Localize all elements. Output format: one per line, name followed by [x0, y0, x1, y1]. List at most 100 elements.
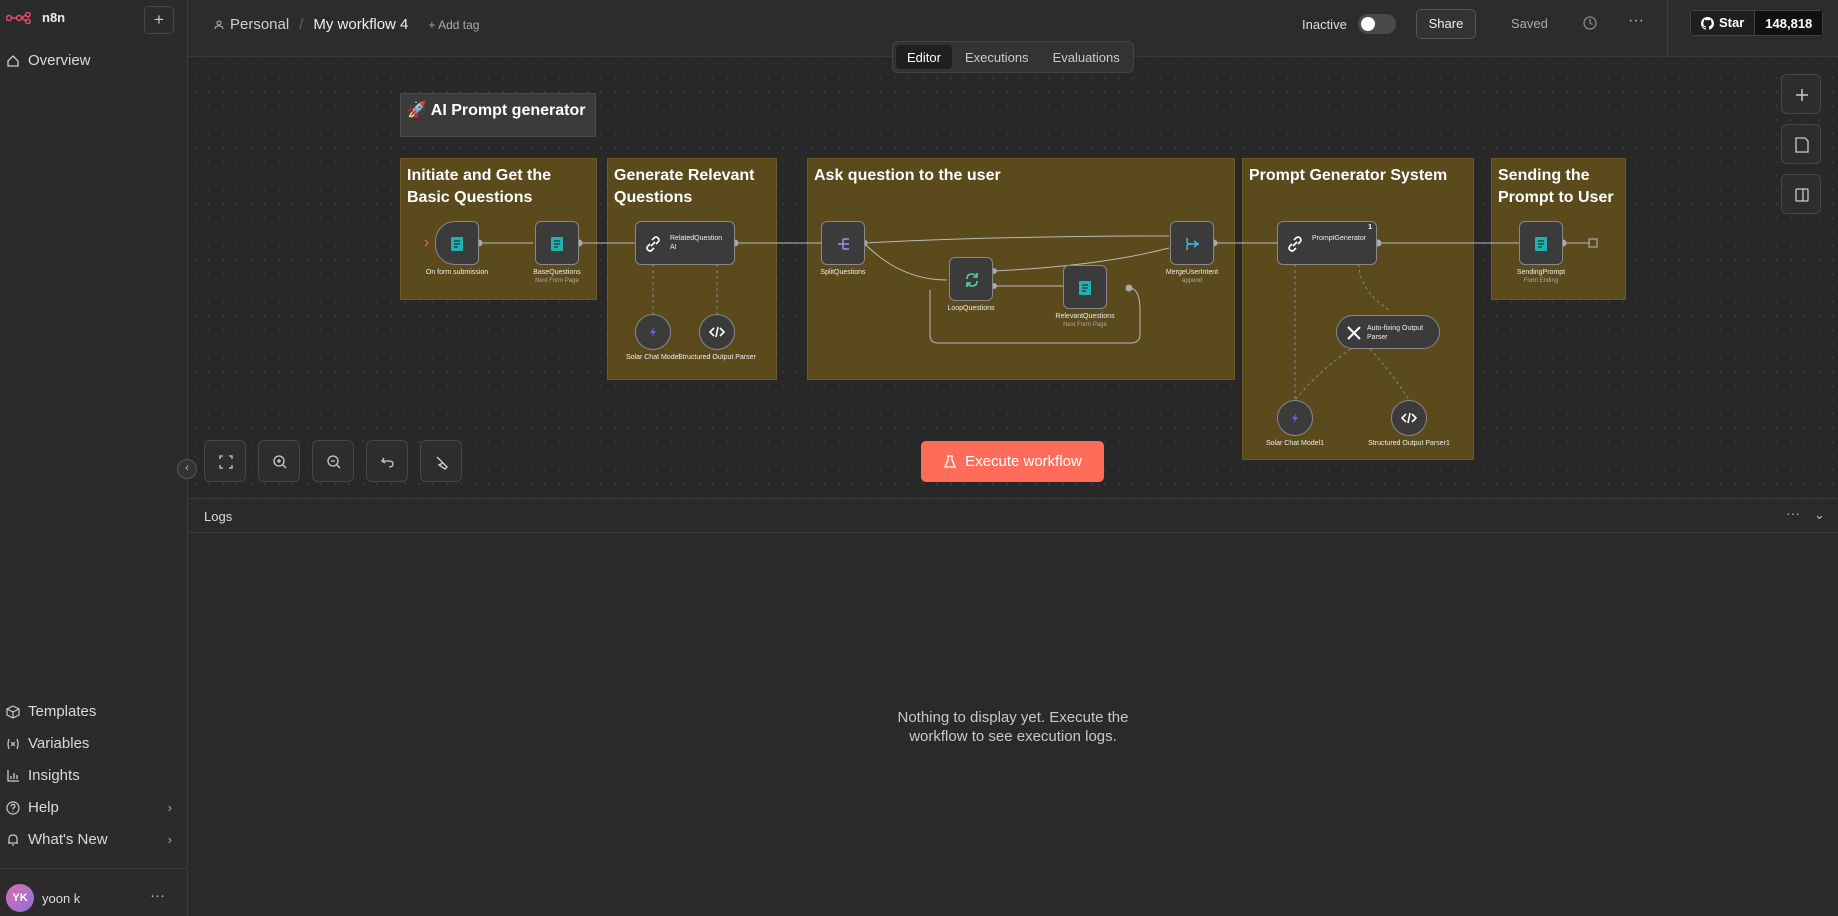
share-button[interactable]: Share — [1416, 9, 1476, 39]
tab-evaluations[interactable]: Evaluations — [1042, 45, 1131, 69]
github-star-button[interactable]: Star 148,818 — [1690, 10, 1824, 36]
node-prompt-generator[interactable]: PromptGenerator 1 — [1277, 221, 1377, 265]
node-relevant-questions[interactable] — [1063, 265, 1107, 309]
node-subtitle: Next Form Page — [1063, 322, 1107, 328]
broom-icon — [436, 456, 448, 470]
code-icon — [708, 326, 726, 338]
tab-executions[interactable]: Executions — [954, 45, 1040, 69]
node-subtitle: Form Ending — [1523, 278, 1559, 284]
header-divider — [1667, 0, 1668, 57]
node-structured-output-parser1[interactable] — [1391, 400, 1427, 436]
user-icon — [214, 20, 224, 29]
tidy-up-button[interactable] — [420, 440, 462, 482]
toggle-panel-button[interactable] — [1781, 174, 1821, 214]
node-merge-user-intent[interactable] — [1170, 221, 1214, 265]
sticky-note-icon — [1795, 137, 1809, 153]
collapse-sidebar-button[interactable]: ‹ — [177, 459, 197, 479]
logs-title: Logs — [204, 509, 233, 524]
saved-status: Saved — [1511, 16, 1548, 31]
node-title: RelatedQuestion AI — [670, 235, 723, 251]
user-menu-dots-icon[interactable]: ··· — [150, 887, 165, 904]
home-icon — [7, 54, 19, 67]
variable-icon — [7, 738, 19, 749]
add-node-button[interactable] — [1781, 74, 1821, 114]
node-related-question-ai[interactable]: RelatedQuestion AI — [635, 221, 735, 265]
workflow-name[interactable]: My workflow 4 — [313, 16, 408, 33]
logs-more-icon[interactable]: ··· — [1786, 505, 1800, 521]
chevron-right-icon: › — [167, 832, 172, 847]
form-icon — [451, 237, 463, 251]
node-label: BaseQuestions — [533, 269, 581, 276]
form-icon — [1079, 281, 1091, 295]
sidebar-item-label: Help — [28, 799, 59, 816]
node-form-trigger[interactable] — [435, 221, 479, 265]
fit-view-button[interactable] — [204, 440, 246, 482]
chevron-right-icon: › — [167, 800, 172, 815]
history-icon[interactable] — [1580, 13, 1600, 33]
zoom-in-icon — [273, 455, 287, 469]
solar-model-icon — [650, 326, 656, 338]
breadcrumb-separator: / — [299, 16, 304, 33]
split-icon — [838, 238, 849, 250]
node-base-questions[interactable] — [535, 221, 579, 265]
execute-workflow-label: Execute workflow — [965, 453, 1082, 470]
active-toggle[interactable] — [1358, 14, 1396, 34]
active-status-label: Inactive — [1302, 17, 1347, 32]
tab-editor[interactable]: Editor — [896, 45, 952, 69]
logo-text: n8n — [42, 10, 66, 25]
logs-empty-message: Nothing to display yet. Execute the work… — [897, 709, 1129, 745]
node-label: Structured Output Parser — [678, 354, 756, 361]
sidebar-item-label: Variables — [28, 735, 90, 752]
node-solar-chat-model[interactable] — [635, 314, 671, 350]
chevron-down-icon[interactable]: ⌄ — [1814, 507, 1825, 523]
zoom-out-button[interactable] — [312, 440, 354, 482]
sidebar-item-whats-new[interactable]: What's New › — [6, 831, 176, 848]
node-auto-fixing-output-parser[interactable]: Auto-fixing Output Parser — [1336, 315, 1440, 349]
sidebar-item-variables[interactable]: Variables — [6, 735, 176, 752]
title-sticky-note[interactable]: 🚀 AI Prompt generator — [400, 93, 596, 137]
logs-header[interactable]: Logs ··· ⌄ — [188, 499, 1838, 533]
sidebar-item-label: Overview — [28, 52, 91, 69]
zoom-in-button[interactable] — [258, 440, 300, 482]
n8n-logo[interactable]: n8n — [6, 10, 65, 25]
form-icon — [1535, 237, 1547, 251]
add-tag-link[interactable]: + Add tag — [428, 18, 479, 32]
section-generate[interactable]: Generate Relevant Questions — [607, 158, 777, 380]
node-label: RelevantQuestions — [1055, 313, 1115, 320]
sidebar-item-overview[interactable]: Overview — [6, 52, 176, 69]
link-chain-icon — [1288, 236, 1302, 252]
breadcrumb-project[interactable]: Personal — [230, 16, 289, 33]
sidebar-item-insights[interactable]: Insights — [6, 767, 176, 784]
plus-icon — [1796, 89, 1808, 101]
add-sticky-button[interactable] — [1781, 124, 1821, 164]
create-button[interactable]: + — [144, 6, 174, 34]
execute-workflow-button[interactable]: Execute workflow — [921, 441, 1104, 482]
node-label: Solar Chat Model1 — [1266, 440, 1324, 447]
avatar: YK — [6, 884, 34, 912]
sidebar-item-label: Templates — [28, 703, 97, 720]
flask-icon — [944, 454, 957, 468]
node-label: LoopQuestions — [947, 305, 995, 312]
node-label: SendingPrompt — [1516, 269, 1566, 276]
node-run-badge: 1 — [1368, 224, 1372, 231]
github-icon — [1701, 16, 1714, 30]
sidebar-item-templates[interactable]: Templates — [6, 703, 176, 720]
user-menu[interactable]: YK yoon k ··· — [0, 868, 188, 916]
more-options-icon[interactable]: ··· — [1628, 12, 1644, 30]
node-label: SplitQuestions — [820, 269, 866, 276]
loop-icon — [966, 273, 978, 287]
node-sending-prompt[interactable] — [1519, 221, 1563, 265]
undo-button[interactable] — [366, 440, 408, 482]
node-split-questions[interactable] — [821, 221, 865, 265]
sidebar-item-help[interactable]: Help › — [6, 799, 176, 816]
node-loop-questions[interactable] — [949, 257, 993, 301]
node-subtitle: append — [1181, 278, 1203, 284]
node-label: MergeUserIntent — [1165, 269, 1219, 276]
node-solar-chat-model1[interactable] — [1277, 400, 1313, 436]
undo-icon — [381, 457, 394, 468]
view-tabs: Editor Executions Evaluations — [892, 41, 1134, 73]
sidebar-item-label: What's New — [28, 831, 108, 848]
chart-icon — [7, 769, 19, 782]
node-structured-output-parser[interactable] — [699, 314, 735, 350]
bell-icon — [8, 833, 18, 846]
